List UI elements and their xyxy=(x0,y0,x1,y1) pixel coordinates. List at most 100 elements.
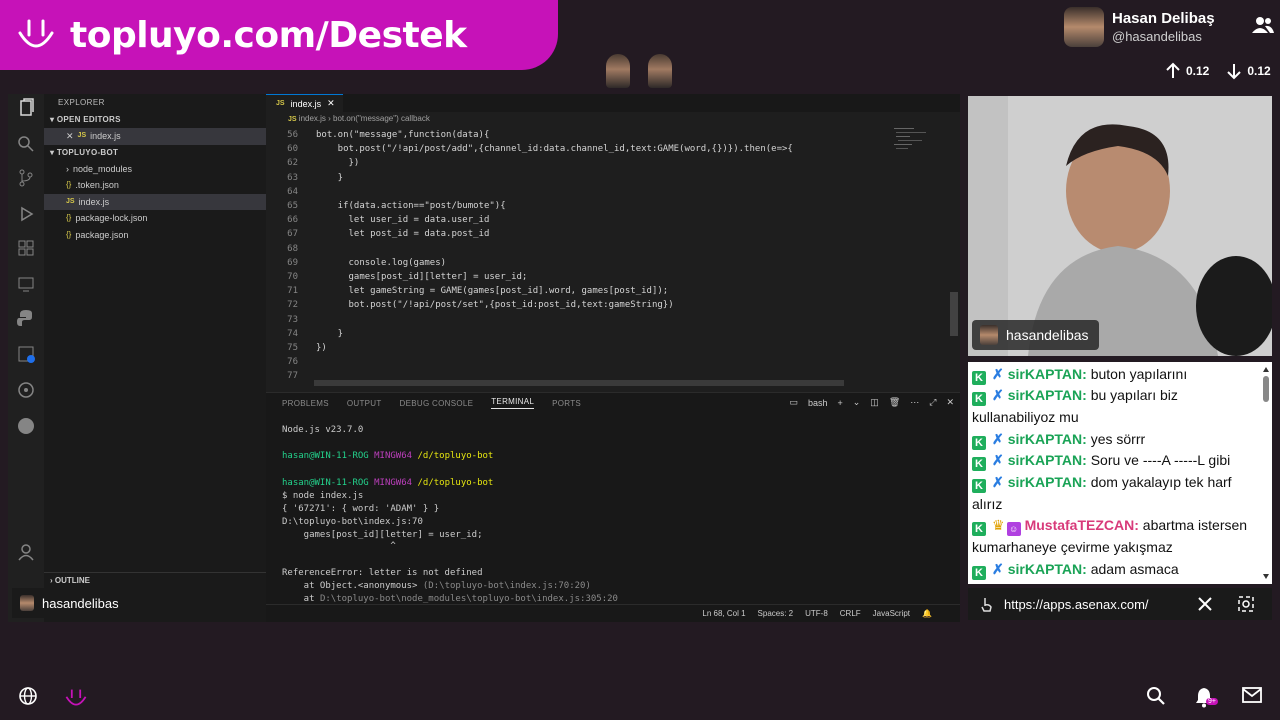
git-graph-icon[interactable] xyxy=(16,380,36,400)
chat-text: buton yapılarını xyxy=(1090,366,1188,382)
open-editor-item[interactable]: ✕ JS index.js xyxy=(44,128,266,145)
close-icon[interactable]: ✕ xyxy=(327,98,335,109)
chat-text: adam asmaca xyxy=(1090,561,1179,577)
chat-user[interactable]: sirKAPTAN xyxy=(1008,452,1082,468)
code-line[interactable]: }) xyxy=(316,343,327,353)
terminal-prompt: hasan@WIN-11-ROG MINGW64 /d/topluyo-bot xyxy=(282,478,493,488)
banner-title: topluyo.com/Destek xyxy=(70,14,467,56)
remote-explorer-icon[interactable] xyxy=(16,274,36,294)
bell-icon[interactable]: 🔔 xyxy=(922,609,932,618)
chat-user[interactable]: MustafaTEZCAN xyxy=(1025,517,1135,533)
split-terminal-icon[interactable]: ◫ xyxy=(870,397,879,408)
account-icon[interactable] xyxy=(16,542,36,562)
encoding[interactable]: UTF-8 xyxy=(805,609,828,618)
arrow-up-icon[interactable] xyxy=(1164,62,1182,80)
testing-icon[interactable] xyxy=(16,344,36,364)
code-line[interactable]: let gameString = GAME(games[post_id].wor… xyxy=(316,286,669,296)
code-line[interactable]: bot.post("/!api/post/add",{channel_id:da… xyxy=(316,144,793,154)
tab-problems[interactable]: PROBLEMS xyxy=(282,399,329,408)
code-line[interactable]: games[post_id][letter] = user_id; xyxy=(316,272,528,282)
tab-output[interactable]: OUTPUT xyxy=(347,399,382,408)
avatar xyxy=(1064,7,1104,47)
tree-item-token-json[interactable]: {} .token.json xyxy=(44,177,266,194)
chevron-down-icon[interactable]: ⌄ xyxy=(853,397,861,408)
stack-location[interactable]: D:\topluyo-bot\node_modules\topluyo-bot\… xyxy=(320,594,618,604)
chat-panel[interactable]: K ✗ sirKAPTAN: buton yapılarını K ✗ sirKAPTA… xyxy=(968,362,1272,584)
screenshot-icon[interactable] xyxy=(1238,596,1254,612)
code-line[interactable]: if(data.action=="post/bumote"){ xyxy=(316,201,506,211)
code-line[interactable]: console.log(games) xyxy=(316,258,447,268)
tree-item-index-js[interactable]: JS index.js xyxy=(44,193,266,210)
language-mode[interactable]: JavaScript xyxy=(873,609,910,618)
github-icon[interactable] xyxy=(16,416,36,436)
terminal-panel: PROBLEMS OUTPUT DEBUG CONSOLE TERMINAL P… xyxy=(266,392,960,604)
code-line[interactable]: }) xyxy=(316,158,360,168)
open-editors-section[interactable]: ▾ OPEN EDITORS xyxy=(44,112,266,128)
code-line[interactable]: let user_id = data.user_id xyxy=(316,215,490,225)
extensions-icon[interactable] xyxy=(16,238,36,258)
search-icon[interactable] xyxy=(1146,686,1166,706)
chat-user[interactable]: sirKAPTAN xyxy=(1008,474,1082,490)
avatar xyxy=(20,595,34,611)
app-url[interactable]: https://apps.asenax.com/ xyxy=(1004,597,1149,612)
tree-item-package-lock[interactable]: {} package-lock.json xyxy=(44,210,266,227)
close-icon[interactable] xyxy=(1198,597,1212,611)
people-icon[interactable] xyxy=(1252,16,1274,34)
close-icon[interactable]: ✕ xyxy=(66,128,74,145)
tab-terminal[interactable]: TERMINAL xyxy=(491,397,535,409)
project-section[interactable]: ▾ TOPLUYO-BOT xyxy=(44,145,266,161)
chat-scrollbar[interactable] xyxy=(1262,366,1270,580)
python-icon[interactable] xyxy=(16,308,36,328)
explorer-panel: EXPLORER ▾ OPEN EDITORS ✕ JS index.js ▾ … xyxy=(44,94,266,622)
sword-badge-icon: ✗ xyxy=(992,452,1004,468)
source-control-icon[interactable] xyxy=(16,168,36,188)
trash-icon[interactable]: 🗑 xyxy=(889,397,900,408)
globe-icon[interactable] xyxy=(18,686,38,706)
editor-hscrollbar[interactable] xyxy=(314,380,844,386)
minimap[interactable] xyxy=(892,126,952,206)
cursor-position[interactable]: Ln 68, Col 1 xyxy=(702,609,745,618)
code-editor[interactable]: JS index.js ✕ JS index.js › bot.on("mess… xyxy=(266,94,960,386)
shell-name[interactable]: bash xyxy=(808,398,828,408)
user-card[interactable]: Hasan Delibaş @hasandelibas xyxy=(1064,4,1274,50)
outline-section[interactable]: › OUTLINE xyxy=(44,572,266,588)
tree-item-package-json[interactable]: {} package.json xyxy=(44,227,266,244)
breadcrumb-symbol[interactable]: bot.on("message") callback xyxy=(333,114,430,123)
line-ending[interactable]: CRLF xyxy=(840,609,861,618)
maximize-icon[interactable]: ⤢ xyxy=(929,397,936,408)
run-debug-icon[interactable] xyxy=(16,204,36,224)
more-icon[interactable]: ⋯ xyxy=(910,397,919,408)
editor-scrollbar[interactable] xyxy=(950,292,958,336)
files-icon[interactable] xyxy=(16,98,36,118)
smile-logo-icon[interactable] xyxy=(64,686,88,710)
search-icon[interactable] xyxy=(16,134,36,154)
indentation[interactable]: Spaces: 2 xyxy=(758,609,794,618)
code-line[interactable]: } xyxy=(316,329,343,339)
add-terminal-button[interactable]: + xyxy=(837,398,842,408)
code-line[interactable]: let post_id = data.post_id xyxy=(316,229,490,239)
code-line[interactable]: } xyxy=(316,173,343,183)
tab-debug-console[interactable]: DEBUG CONSOLE xyxy=(400,399,474,408)
line-number: 70 xyxy=(287,272,298,282)
tree-item-node-modules[interactable]: › node_modules xyxy=(44,161,266,178)
chat-user[interactable]: sirKAPTAN xyxy=(1008,387,1082,403)
mail-icon[interactable] xyxy=(1242,686,1262,704)
chat-text: Soru ve ----A -----L gibi xyxy=(1090,452,1231,468)
tab-index-js[interactable]: JS index.js ✕ xyxy=(266,94,343,112)
prompt-user: hasan@WIN-11-ROG xyxy=(282,478,369,488)
tab-ports[interactable]: PORTS xyxy=(552,399,581,408)
breadcrumb-file[interactable]: index.js xyxy=(299,114,326,123)
chat-user[interactable]: sirKAPTAN xyxy=(1008,431,1082,447)
stack-location[interactable]: (D:\topluyo-bot\index.js:70:20) xyxy=(423,581,591,591)
kick-badge-icon: K xyxy=(972,371,986,385)
terminal-line: Node.js v23.7.0 xyxy=(282,425,364,435)
arrow-down-icon[interactable] xyxy=(1225,62,1243,80)
chat-user[interactable]: sirKAPTAN xyxy=(1008,366,1082,382)
avatar xyxy=(606,54,630,88)
chat-message: K ♛ ☺ MustafaTEZCAN: abartma istersen kumar… xyxy=(972,517,1248,555)
terminal-line: { '67271': { word: 'ADAM' } } xyxy=(282,504,440,514)
code-line[interactable]: bot.post("/!api/post/set",{post_id:post_… xyxy=(316,300,674,310)
close-icon[interactable]: ✕ xyxy=(946,397,954,408)
code-line[interactable]: bot.on("message",function(data){ xyxy=(316,130,489,140)
chat-user[interactable]: sirKAPTAN xyxy=(1008,561,1082,577)
